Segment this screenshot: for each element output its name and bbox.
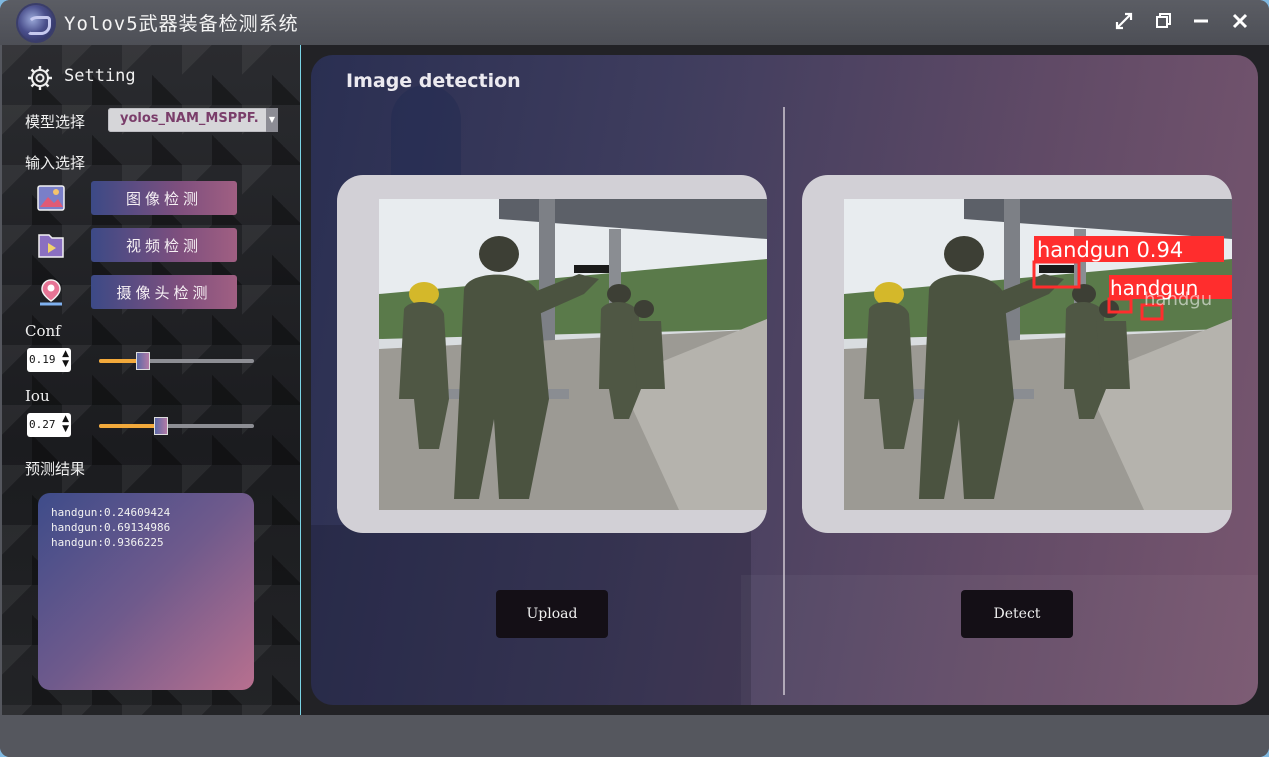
result-image-card: handgun 0.94 handgun handgu (802, 175, 1232, 533)
conf-slider-handle[interactable] (136, 352, 150, 370)
camera-detect-button[interactable]: 摄像头检测 (91, 275, 237, 309)
maximize-icon[interactable] (1113, 11, 1135, 33)
source-image (379, 199, 767, 510)
status-bar (0, 715, 1269, 757)
image-detect-button[interactable]: 图像检测 (91, 181, 237, 215)
result-image: handgun 0.94 handgun handgu (844, 199, 1232, 510)
main-area: Image detection handgun 0.94 handgun han… (301, 45, 1269, 715)
app-window: Yolov5武器装备检测系统 Setting 模型选择 yolos_NAM_MS… (0, 0, 1269, 757)
app-logo-icon (18, 5, 54, 41)
iou-label: Iou (25, 387, 50, 405)
video-detect-button[interactable]: 视频检测 (91, 228, 237, 262)
input-label: 输入选择 (25, 154, 86, 172)
result-line: handgun:0.69134986 (51, 521, 171, 534)
model-select-value: yolos_NAM_MSPPF. (120, 111, 259, 126)
detection-panel: Image detection handgun 0.94 handgun han… (311, 55, 1258, 705)
detection-label-3: handgu (1144, 289, 1212, 310)
conf-value: 0.19 (29, 353, 56, 366)
conf-spinbox[interactable]: 0.19 ▲ ▼ (27, 348, 71, 372)
result-label: 预测结果 (25, 460, 86, 478)
iou-spinbox[interactable]: 0.27 ▲ ▼ (27, 413, 71, 437)
detect-button[interactable]: Detect (961, 590, 1073, 638)
gear-icon (28, 66, 52, 90)
chevron-down-icon[interactable]: ▼ (266, 108, 278, 132)
close-icon[interactable] (1229, 11, 1251, 33)
restore-icon[interactable] (1152, 11, 1174, 33)
result-line: handgun:0.9366225 (51, 536, 164, 549)
title-bar[interactable]: Yolov5武器装备检测系统 (0, 0, 1269, 45)
source-image-card (337, 175, 767, 533)
video-detect-icon (38, 234, 64, 258)
result-line: handgun:0.24609424 (51, 506, 171, 519)
settings-sidebar: Setting 模型选择 yolos_NAM_MSPPF. ▼ 输入选择 图像检… (2, 45, 301, 715)
stepper-arrows-icon[interactable]: ▲ ▼ (62, 349, 69, 369)
upload-button[interactable]: Upload (496, 590, 608, 638)
iou-value: 0.27 (29, 418, 56, 431)
iou-slider-handle[interactable] (154, 417, 168, 435)
setting-heading: Setting (64, 66, 136, 86)
minimize-icon[interactable] (1190, 11, 1212, 33)
conf-label: Conf (25, 322, 61, 340)
conf-slider[interactable] (99, 352, 254, 370)
image-detect-icon (37, 185, 65, 211)
model-select[interactable]: yolos_NAM_MSPPF. ▼ (108, 108, 278, 132)
app-title: Yolov5武器装备检测系统 (64, 13, 299, 35)
model-label: 模型选择 (25, 113, 86, 131)
panel-title: Image detection (346, 70, 521, 92)
camera-detect-icon (40, 279, 62, 306)
iou-slider-fill (99, 424, 160, 428)
panel-divider (783, 107, 785, 695)
detection-label-1: handgun 0.94 (1037, 238, 1183, 262)
stepper-arrows-icon[interactable]: ▲ ▼ (62, 414, 69, 434)
iou-slider[interactable] (99, 417, 254, 435)
result-output: handgun:0.24609424 handgun:0.69134986 ha… (38, 493, 254, 690)
